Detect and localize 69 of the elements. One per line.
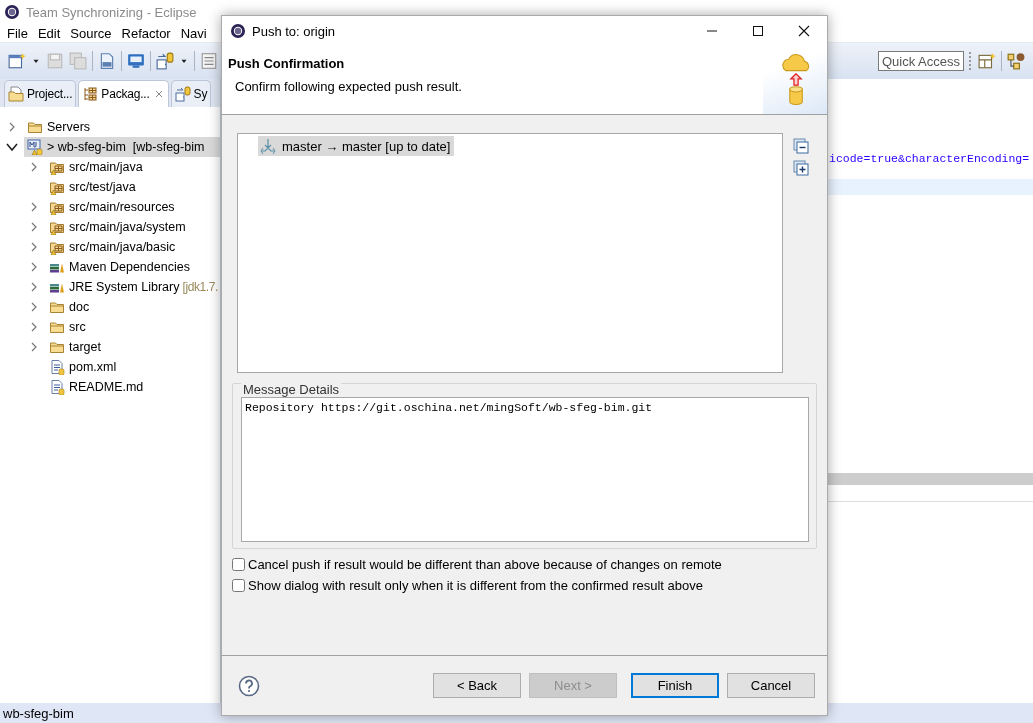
tree-item[interactable]: doc — [46, 297, 220, 317]
wizard-button[interactable]: Finish — [631, 673, 719, 698]
tree-item[interactable]: src/main/resources — [46, 197, 220, 217]
tree-item[interactable]: Servers — [24, 117, 220, 137]
group-label: Message Details — [241, 383, 342, 397]
folder-icon — [49, 299, 65, 315]
checkbox[interactable] — [232, 558, 245, 571]
wizard-button[interactable]: < Back — [433, 673, 521, 698]
wizard-button[interactable]: Cancel — [727, 673, 815, 698]
tree-item[interactable]: > wb-sfeg-bim [wb-sfeg-bim — [24, 137, 220, 157]
sync-icon[interactable] — [156, 52, 174, 70]
folder-icon — [49, 339, 65, 355]
window-title: Team Synchronizing - Eclipse — [26, 4, 197, 20]
page-heading: Push Confirmation — [228, 56, 346, 71]
folder-icon — [27, 119, 43, 135]
folder-icon — [49, 319, 65, 335]
page-description: Confirm following expected push result. — [234, 79, 462, 94]
tree-item[interactable]: src — [46, 317, 220, 337]
monitor-icon[interactable] — [127, 52, 145, 70]
checkbox-label: Cancel push if result would be different than above because of changes on remote — [248, 557, 722, 572]
menu-item[interactable]: File — [2, 25, 33, 41]
tree-item[interactable]: target — [46, 337, 220, 357]
open-perspective-icon[interactable] — [978, 52, 996, 70]
package-icon — [82, 86, 99, 102]
expand-all-icon[interactable] — [793, 160, 809, 176]
tree-item[interactable]: src/main/java — [46, 157, 220, 177]
eclipse-logo-icon — [4, 4, 20, 20]
eclipse-logo-icon — [230, 23, 246, 39]
wizard-button: Next > — [529, 673, 617, 698]
tree-item[interactable]: README.md — [46, 377, 220, 397]
view-tab[interactable]: Sy — [170, 80, 212, 107]
tree-item[interactable]: JRE System Library [jdk1.7. — [46, 277, 220, 297]
package-folder-icon — [49, 159, 65, 175]
status-text: wb-sfeg-bim — [3, 705, 74, 721]
package-folder-icon — [49, 199, 65, 215]
view-tab[interactable]: Packag... — [78, 80, 169, 107]
tree-item[interactable]: Maven Dependencies — [46, 257, 220, 277]
checkbox-label: Show dialog with result only when it is different from the confirmed result above — [248, 578, 703, 593]
perspective-icon[interactable] — [1007, 52, 1025, 70]
menu-item[interactable]: Source — [65, 25, 117, 41]
sync-icon — [174, 86, 191, 102]
collapse-all-icon[interactable] — [793, 138, 809, 154]
message-text-area[interactable]: Repository https://git.oschina.net/mingSoft/wb-sfeg-bim.git — [241, 397, 809, 542]
help-icon[interactable] — [238, 674, 260, 697]
dialog-title: Push to: origin — [252, 23, 337, 39]
file-icon — [49, 359, 65, 375]
folder-icon — [8, 86, 24, 102]
file-icon — [49, 379, 65, 395]
tree-item[interactable]: src/test/java — [46, 177, 220, 197]
package-folder-icon — [49, 179, 65, 195]
result-item[interactable]: master → master [up to date] — [258, 136, 455, 156]
quick-access-field[interactable]: Quick Access — [878, 51, 964, 71]
list-icon[interactable] — [200, 52, 218, 70]
menu-item[interactable]: Edit — [32, 25, 66, 41]
tree-item[interactable]: src/main/java/system — [46, 217, 220, 237]
result-tree[interactable]: master → master [up to date] — [237, 133, 783, 373]
menu-item[interactable]: Navi — [175, 25, 212, 41]
push-icon — [260, 138, 276, 154]
new-window-icon[interactable] — [8, 52, 26, 70]
binary-file-icon[interactable] — [98, 52, 116, 70]
tree-item[interactable]: src/main/java/basic — [46, 237, 220, 257]
view-tab[interactable]: Project... — [4, 80, 77, 107]
checkbox[interactable] — [232, 579, 245, 592]
package-folder-icon — [49, 219, 65, 235]
package-folder-icon — [49, 239, 65, 255]
tree-item[interactable]: pom.xml — [46, 357, 220, 377]
project-icon — [27, 139, 43, 155]
code-line: icode=true&characterEncoding= — [829, 151, 1031, 167]
menu-item[interactable]: Refactor — [116, 25, 176, 41]
